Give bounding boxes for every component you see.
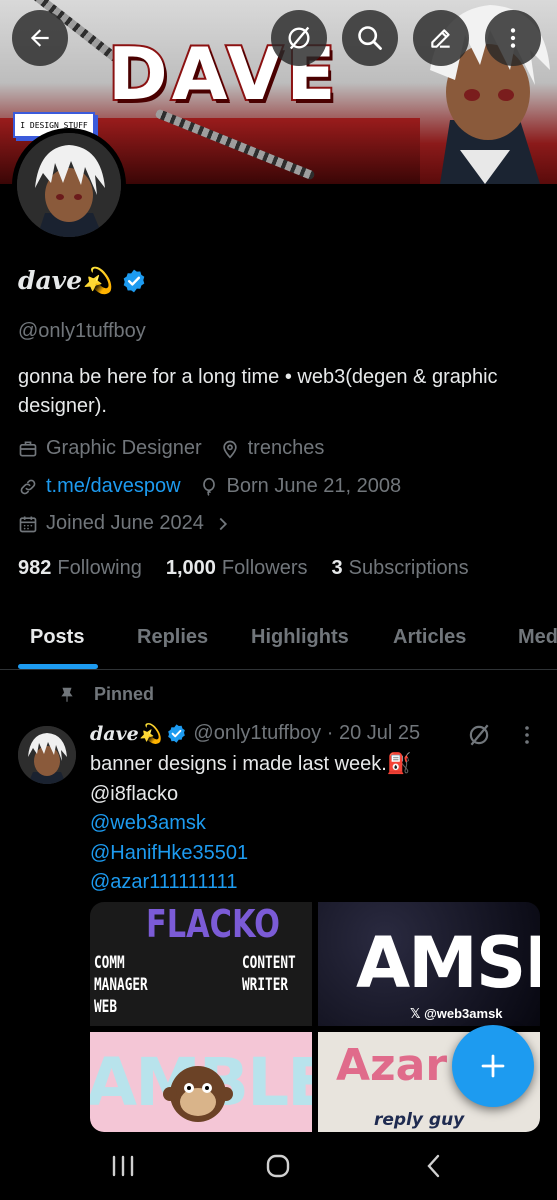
chevron-right-icon xyxy=(219,517,227,530)
followers-count: 1,000 xyxy=(165,557,216,579)
compose-fab[interactable] xyxy=(452,1025,534,1107)
profile-birthday: Born June 21, 2008 xyxy=(226,475,402,497)
tab-posts[interactable]: Posts xyxy=(30,626,84,649)
media-flacko-right: CONTENT WRITER xyxy=(242,953,296,995)
system-back-button[interactable] xyxy=(414,1150,454,1182)
profile-meta-row-1: Graphic Designer trenches xyxy=(18,437,324,460)
post-handle-date: @only1tuffboy · 20 Jul 25 xyxy=(193,722,421,744)
profile-tabs: Posts Replies Highlights Articles Med xyxy=(0,610,557,670)
pinned-label-row: Pinned xyxy=(56,684,154,705)
media-azar-sub: reply guy xyxy=(374,1110,465,1130)
profile-name: dave💫 xyxy=(18,266,114,295)
search-icon xyxy=(358,26,382,50)
profile-profession: Graphic Designer xyxy=(46,437,202,459)
media-azar-title: Azar xyxy=(336,1040,448,1091)
profile-joined: Joined June 2024 xyxy=(46,512,204,534)
post-mention[interactable]: @web3amsk xyxy=(90,809,412,839)
home-button[interactable] xyxy=(258,1150,298,1182)
profile-stats: 982 Following 1,000 Followers 3 Subscriptio… xyxy=(18,557,493,580)
profile-name-row: dave💫 xyxy=(18,266,147,296)
profile-handle: @only1tuffboy xyxy=(18,320,146,342)
subscriptions-stat[interactable]: 3 Subscriptions xyxy=(332,557,469,580)
briefcase-icon xyxy=(19,441,37,456)
recents-icon xyxy=(112,1155,134,1177)
media-flacko-left: COMM MANAGER WEB xyxy=(94,953,148,1017)
profile-meta-row-2: t.me/davespow Born June 21, 2008 xyxy=(18,475,401,498)
tab-media[interactable]: Med xyxy=(518,626,557,649)
following-label: Following xyxy=(57,557,142,579)
back-arrow-icon xyxy=(30,29,49,47)
post-mention[interactable]: @azar111111111 xyxy=(90,868,412,898)
monkey-icon xyxy=(163,1066,233,1122)
media-image-amble[interactable]: AMBLE xyxy=(90,1032,312,1132)
more-vertical-icon xyxy=(510,28,516,48)
edit-icon xyxy=(431,29,450,48)
subscriptions-label: Subscriptions xyxy=(348,557,469,579)
subscriptions-count: 3 xyxy=(331,557,343,579)
post-more-icon[interactable] xyxy=(515,723,539,747)
back-chevron-icon xyxy=(427,1154,440,1178)
tab-replies[interactable]: Replies xyxy=(137,626,208,649)
avatar xyxy=(17,133,121,237)
tab-highlights[interactable]: Highlights xyxy=(251,626,349,649)
tab-active-indicator xyxy=(18,664,98,669)
following-stat[interactable]: 982 Following xyxy=(18,557,142,580)
profile-website-link[interactable]: t.me/davespow xyxy=(46,475,181,498)
profile-avatar-frame[interactable] xyxy=(12,128,126,242)
media-amsk-title: AMSI xyxy=(356,922,540,1004)
pinned-label: Pinned xyxy=(94,684,155,704)
balloon-icon xyxy=(202,477,215,496)
profile-joined-row[interactable]: Joined June 2024 xyxy=(18,512,234,535)
media-flacko-title: FLACKO xyxy=(146,902,281,946)
recents-button[interactable] xyxy=(103,1150,143,1182)
media-image-amsk[interactable]: AMSI 𝕏 @web3amsk xyxy=(318,902,540,1026)
verified-badge-icon[interactable] xyxy=(121,268,147,294)
following-count: 982 xyxy=(18,557,52,579)
profile-location: trenches xyxy=(247,437,325,459)
link-icon xyxy=(20,479,36,494)
home-icon xyxy=(266,1154,290,1178)
media-image-flacko[interactable]: FLACKO COMM MANAGER WEB CONTENT WRITER xyxy=(90,902,312,1026)
location-pin-icon xyxy=(222,440,237,459)
system-navigation-bar xyxy=(0,1132,557,1200)
edit-button[interactable] xyxy=(413,10,469,66)
calendar-icon xyxy=(19,516,37,532)
post-mention-plain[interactable]: @i8flacko xyxy=(90,780,412,810)
media-amsk-credit: 𝕏 @web3amsk xyxy=(410,1006,503,1021)
verified-badge-icon xyxy=(168,724,186,743)
followers-label: Followers xyxy=(221,557,308,579)
tab-articles[interactable]: Articles xyxy=(393,626,466,649)
post-line: banner designs i made last week.⛽ xyxy=(90,753,412,775)
search-button[interactable] xyxy=(342,10,398,66)
plus-icon xyxy=(481,1054,505,1078)
grok-button[interactable] xyxy=(271,10,327,66)
post-header: dave💫 @only1tuffboy · 20 Jul 25 xyxy=(90,722,420,745)
followers-stat[interactable]: 1,000 Followers xyxy=(166,557,308,580)
pin-icon xyxy=(61,687,73,702)
more-button[interactable] xyxy=(485,10,541,66)
post-author-avatar[interactable] xyxy=(18,726,76,784)
grok-icon xyxy=(288,26,310,50)
grok-icon[interactable] xyxy=(466,722,492,748)
post-mention[interactable]: @HanifHke35501 xyxy=(90,839,412,869)
post-text: banner designs i made last week.⛽ @i8fla… xyxy=(90,750,412,898)
post-author-name[interactable]: dave💫 xyxy=(90,722,162,745)
profile-bio: gonna be here for a long time • web3(deg… xyxy=(18,366,498,417)
back-button[interactable] xyxy=(12,10,68,66)
